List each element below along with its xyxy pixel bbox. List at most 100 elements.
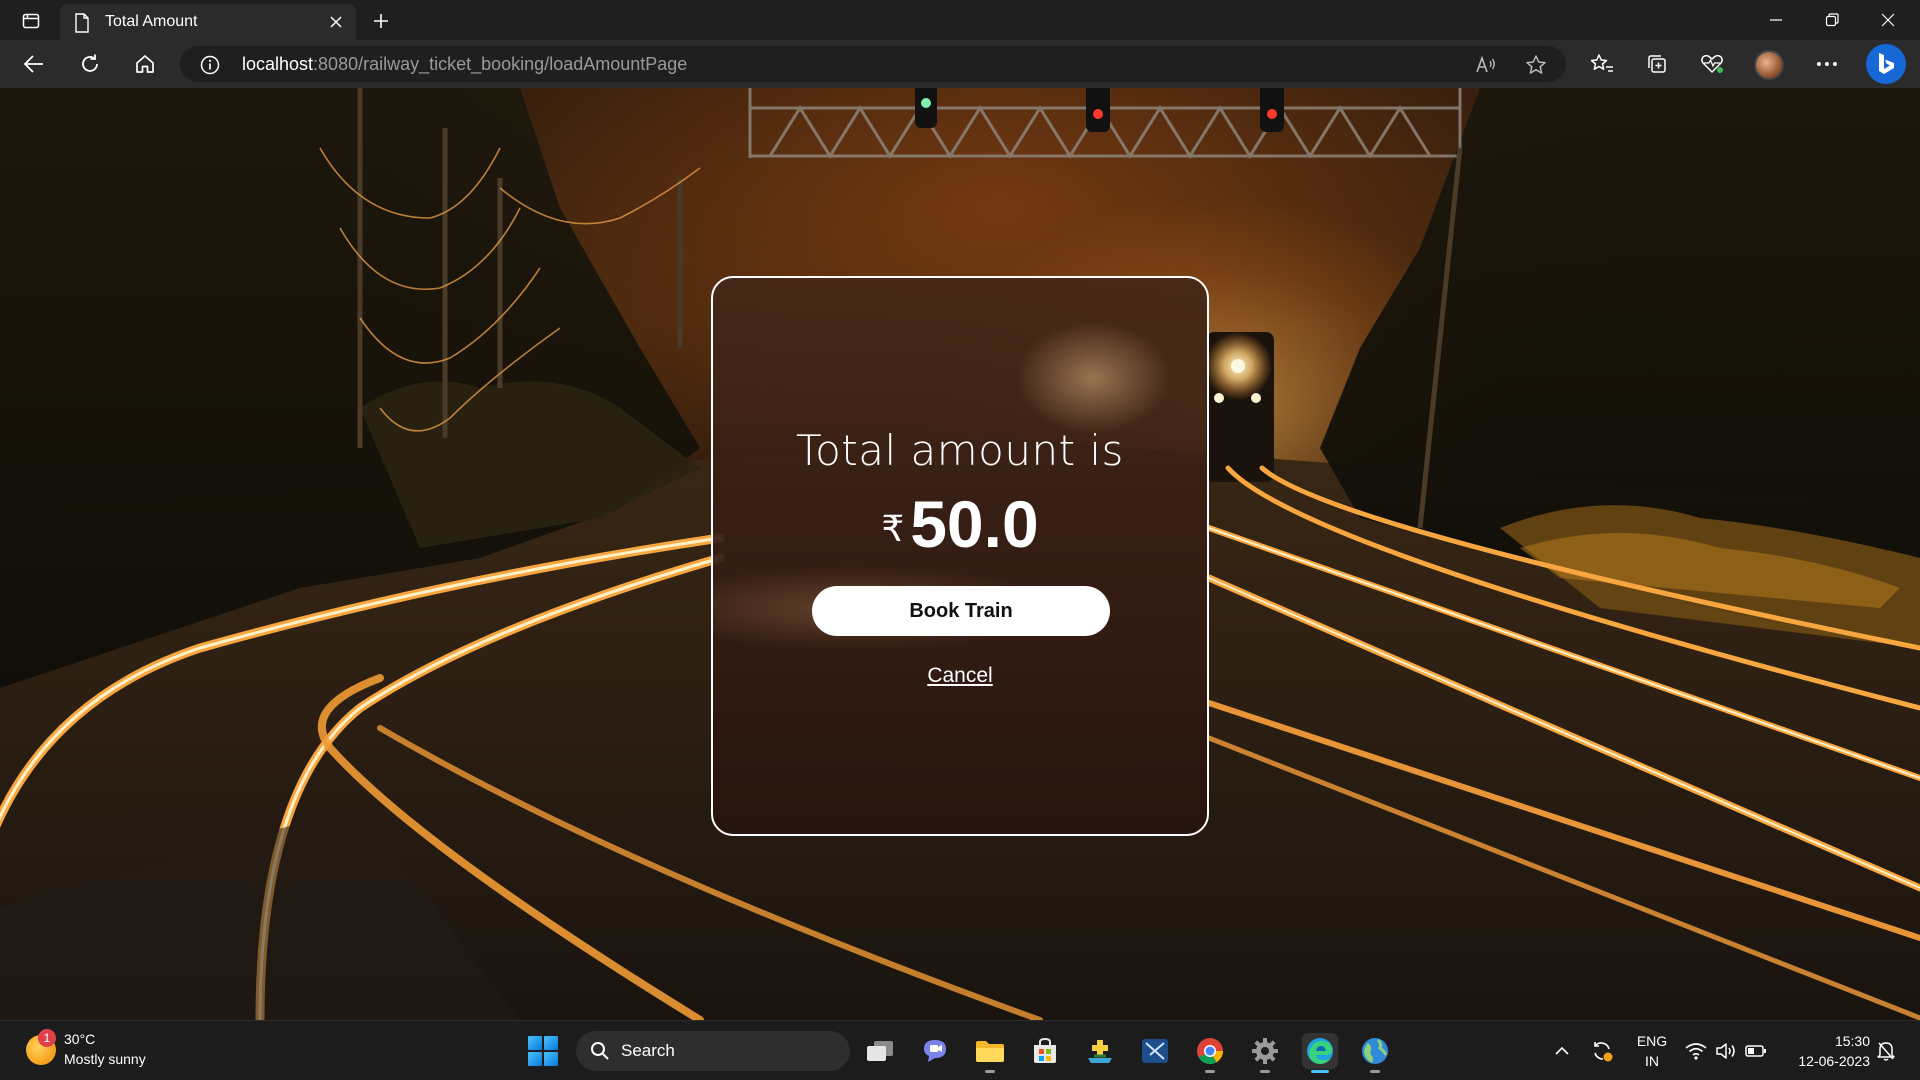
favorite-button[interactable]: [1524, 53, 1548, 77]
site-info-icon[interactable]: [200, 55, 220, 75]
tab-close-button[interactable]: [326, 12, 346, 32]
running-indicator: [985, 1070, 995, 1073]
task-view-icon: [867, 1041, 893, 1061]
page-viewport: Total amount is ₹50.0 Book Train Cancel: [0, 88, 1920, 1020]
wifi-icon: [1685, 1043, 1707, 1060]
pinned-app-button[interactable]: [1082, 1033, 1118, 1069]
rupee-symbol: ₹: [881, 509, 905, 550]
profile-avatar[interactable]: [1754, 50, 1784, 80]
file-explorer-button[interactable]: [972, 1033, 1008, 1073]
browser-essentials-button[interactable]: [1696, 50, 1728, 78]
running-indicator: [1370, 1070, 1380, 1073]
maps-button[interactable]: [1357, 1033, 1393, 1073]
minimize-icon: [1770, 19, 1782, 21]
folder-icon: [976, 1041, 1004, 1062]
home-button[interactable]: [129, 50, 161, 78]
chrome-button[interactable]: [1192, 1033, 1228, 1073]
system-clock[interactable]: 15:30 12-06-2023: [1780, 1031, 1870, 1071]
search-icon: [591, 1042, 609, 1060]
gear-icon: [1252, 1038, 1278, 1064]
bing-icon: [1879, 53, 1894, 74]
address-bar[interactable]: localhost:8080/railway_ticket_booking/lo…: [180, 46, 1566, 82]
task-view-button[interactable]: [862, 1033, 898, 1069]
favorites-icon: [1590, 54, 1613, 72]
edge-icon: [1307, 1038, 1333, 1064]
restore-icon: [1825, 13, 1839, 27]
speaker-icon: [1716, 1043, 1735, 1059]
read-aloud-icon: [1476, 55, 1495, 73]
settings-app-button[interactable]: [1247, 1033, 1283, 1073]
weather-temperature[interactable]: 30°C: [64, 1031, 95, 1047]
new-tab-button[interactable]: [368, 8, 394, 34]
notification-bell-icon: [1877, 1042, 1895, 1061]
close-icon: [1881, 13, 1895, 27]
weather-description[interactable]: Mostly sunny: [64, 1051, 146, 1067]
settings-menu-button[interactable]: [1811, 50, 1843, 78]
input-language-indicator[interactable]: ENG IN: [1632, 1031, 1672, 1071]
close-window-button[interactable]: [1866, 6, 1910, 34]
amount-card: Total amount is ₹50.0 Book Train Cancel: [711, 276, 1209, 836]
url-text[interactable]: localhost:8080/railway_ticket_booking/lo…: [242, 54, 687, 75]
chat-icon: [924, 1040, 946, 1062]
url-path: :8080/railway_ticket_booking/loadAmountP…: [313, 54, 688, 74]
sync-status-button[interactable]: [1590, 1039, 1614, 1063]
notifications-button[interactable]: [1874, 1039, 1898, 1063]
snip-icon: [1142, 1039, 1168, 1063]
globe-icon: [1362, 1038, 1388, 1064]
star-icon: [1526, 55, 1546, 74]
clock-time: 15:30: [1834, 1033, 1870, 1049]
running-indicator: [1205, 1070, 1215, 1073]
region-code: IN: [1645, 1053, 1659, 1069]
back-arrow-icon: [23, 55, 43, 73]
chrome-icon: [1197, 1038, 1224, 1065]
store-icon: [1034, 1037, 1056, 1063]
more-options-icon: [1817, 62, 1837, 66]
taskbar-search[interactable]: Search: [576, 1031, 850, 1071]
book-train-button[interactable]: Book Train: [812, 586, 1110, 636]
chat-app-button[interactable]: [917, 1033, 953, 1069]
restore-button[interactable]: [1810, 6, 1854, 34]
clock-date: 12-06-2023: [1798, 1053, 1870, 1069]
tab-title: Total Amount: [105, 13, 198, 30]
navigation-bar: localhost:8080/railway_ticket_booking/lo…: [0, 40, 1920, 88]
search-label: Search: [621, 1041, 675, 1060]
card-heading: Total amount is: [796, 426, 1124, 475]
browser-tab[interactable]: Total Amount: [60, 4, 356, 40]
collections-button[interactable]: [1641, 50, 1673, 78]
active-indicator: [1311, 1070, 1329, 1073]
language-code: ENG: [1636, 1033, 1668, 1049]
weather-alert-badge: 1: [38, 1029, 56, 1047]
amount-row: ₹50.0: [713, 486, 1207, 562]
start-button[interactable]: [528, 1036, 558, 1066]
refresh-button[interactable]: [74, 50, 106, 78]
wifi-button[interactable]: [1684, 1039, 1708, 1063]
total-amount-value: 50.0: [910, 487, 1039, 561]
cancel-link[interactable]: Cancel: [713, 664, 1207, 688]
edge-button[interactable]: [1302, 1033, 1338, 1073]
battery-icon: [1745, 1045, 1766, 1057]
snipping-tool-button[interactable]: [1137, 1033, 1173, 1069]
app-icon: [1088, 1040, 1112, 1063]
tab-actions-icon: [22, 13, 40, 29]
tab-actions-button[interactable]: [14, 8, 48, 34]
favorites-button[interactable]: [1586, 50, 1618, 78]
windows-taskbar: 1 30°C Mostly sunny Search ENG IN 15:30 …: [0, 1020, 1920, 1080]
windows-logo-pane: [544, 1052, 558, 1066]
tab-strip: Total Amount: [0, 0, 1920, 40]
back-button[interactable]: [18, 50, 50, 78]
copilot-button[interactable]: [1866, 44, 1906, 84]
chevron-up-icon: [1555, 1046, 1569, 1055]
read-aloud-button[interactable]: [1474, 53, 1498, 77]
volume-button[interactable]: [1714, 1039, 1738, 1063]
battery-button[interactable]: [1744, 1039, 1768, 1063]
show-hidden-icons-button[interactable]: [1550, 1039, 1574, 1063]
minimize-button[interactable]: [1754, 6, 1798, 34]
heart-pulse-icon: [1701, 54, 1723, 73]
microsoft-store-button[interactable]: [1027, 1033, 1063, 1069]
collections-icon: [1648, 55, 1666, 73]
close-icon: [330, 16, 342, 28]
document-icon: [75, 13, 89, 33]
home-icon: [136, 55, 154, 73]
refresh-icon: [82, 54, 98, 72]
windows-logo-pane: [528, 1052, 542, 1066]
